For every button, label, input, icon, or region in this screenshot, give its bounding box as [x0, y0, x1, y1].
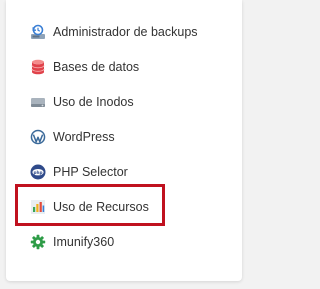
menu-panel: Administrador de backups Bases de datos — [6, 0, 242, 281]
menu-item-label: Bases de datos — [53, 59, 140, 74]
menu-item-resource-usage[interactable]: Uso de Recursos — [6, 189, 242, 224]
menu-item-label: Administrador de backups — [53, 24, 198, 39]
menu-item-label: Imunify360 — [53, 234, 115, 249]
menu-item-imunify360[interactable]: Imunify360 — [6, 224, 242, 259]
database-icon — [30, 59, 46, 75]
menu-item-databases[interactable]: Bases de datos — [6, 49, 242, 84]
wordpress-icon — [30, 129, 46, 145]
menu-item-inode-usage[interactable]: Uso de Inodos — [6, 84, 242, 119]
bar-chart-icon — [30, 199, 46, 215]
hard-drive-icon — [30, 94, 46, 110]
menu-item-label: WordPress — [53, 129, 115, 144]
php-icon: php — [30, 164, 46, 180]
gear-icon — [30, 234, 46, 250]
tools-menu: Administrador de backups Bases de datos — [6, 14, 242, 259]
svg-text:php: php — [34, 169, 43, 174]
menu-item-wordpress[interactable]: WordPress — [6, 119, 242, 154]
backup-manager-icon — [30, 24, 46, 40]
menu-item-label: Uso de Inodos — [53, 94, 134, 109]
menu-item-label: PHP Selector — [53, 164, 128, 179]
menu-item-php-selector[interactable]: php PHP Selector — [6, 154, 242, 189]
menu-item-label: Uso de Recursos — [53, 199, 149, 214]
menu-item-backup-manager[interactable]: Administrador de backups — [6, 14, 242, 49]
